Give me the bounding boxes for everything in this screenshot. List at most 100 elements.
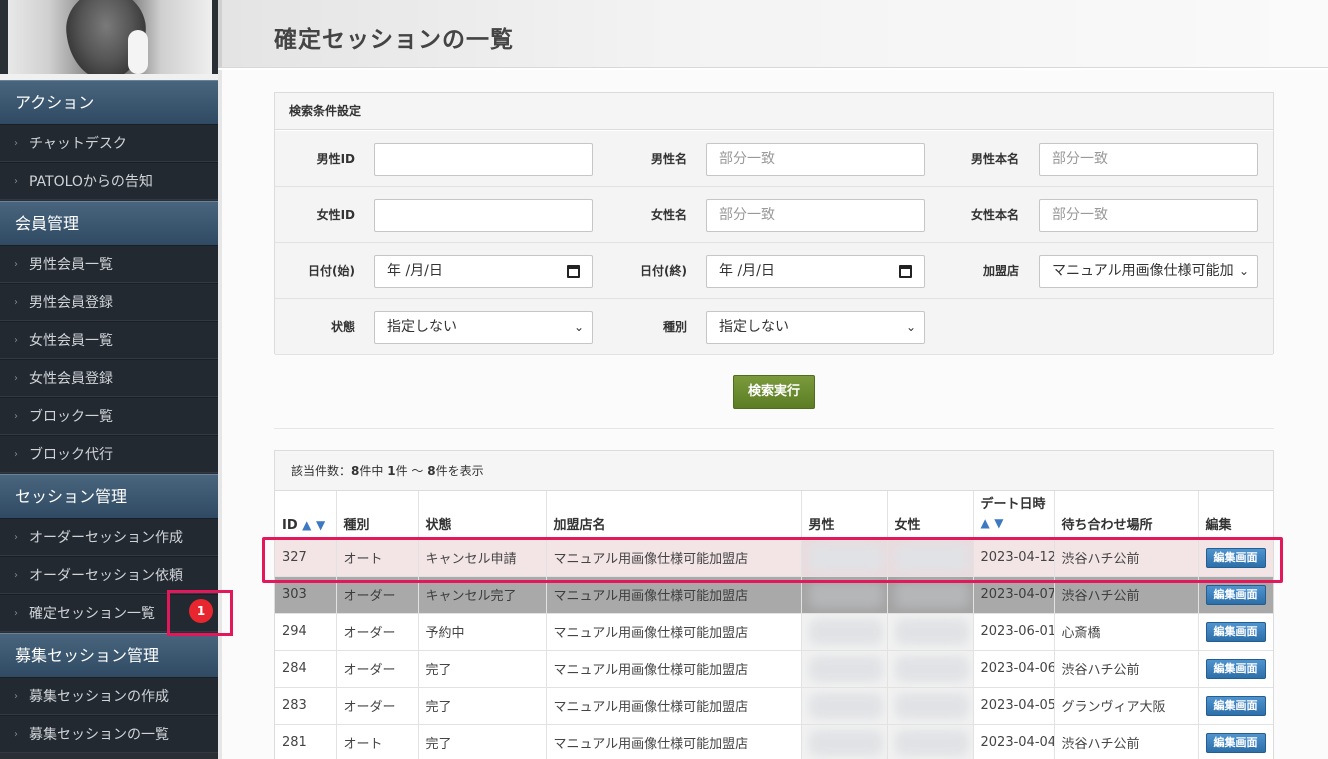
search-row-date: 日付(始) 年 /月/日 日付(終) 年 /月/日 加盟店 マニュアル用画像仕様… <box>275 243 1273 299</box>
cell-kind: オート <box>336 724 419 759</box>
sidebar-item-recruit-create[interactable]: › 募集セッションの作成 <box>0 677 218 715</box>
summary-to: 8 <box>427 464 436 478</box>
sort-asc-icon[interactable]: ▲ <box>981 516 990 530</box>
row-highlight-annotation <box>262 537 1283 583</box>
photo-highlight <box>128 30 148 74</box>
section-divider <box>274 428 1274 429</box>
female-name-input[interactable]: 部分一致 <box>706 199 925 232</box>
sidebar-item-female-register[interactable]: › 女性会員登録 <box>0 359 218 397</box>
col-id[interactable]: ID ▲ ▼ <box>275 491 337 540</box>
edit-button[interactable]: 編集画面 <box>1205 732 1266 753</box>
main-content: 検索条件設定 男性ID 男性名 部分一致 男性本名 部分一致 女性ID 女性名 … <box>218 70 1328 759</box>
sidebar-item-chat-desk[interactable]: › チャットデスク <box>0 124 218 162</box>
edit-button[interactable]: 編集画面 <box>1205 584 1266 605</box>
edit-button[interactable]: 編集画面 <box>1205 658 1266 679</box>
cell-female-blurred <box>887 613 974 651</box>
male-real-name-input[interactable]: 部分一致 <box>1039 143 1258 176</box>
date-start-input[interactable]: 年 /月/日 <box>374 255 593 288</box>
female-real-name-input[interactable]: 部分一致 <box>1039 199 1258 232</box>
cell-id: 283 <box>275 687 337 725</box>
col-date-label: デート日時 <box>980 496 1046 512</box>
bullet-icon: › <box>14 532 18 543</box>
sidebar-section-action[interactable]: アクション <box>0 80 218 124</box>
date-end-label: 日付(終) <box>640 264 687 278</box>
edit-button[interactable]: 編集画面 <box>1205 695 1266 716</box>
sidebar-item-male-register[interactable]: › 男性会員登録 <box>0 283 218 321</box>
sidebar-item-label: ブロック一覧 <box>29 409 113 425</box>
cell-status: 完了 <box>418 650 547 688</box>
cell-male-blurred <box>801 650 888 688</box>
male-name-input[interactable]: 部分一致 <box>706 143 925 176</box>
sidebar-section-sessions[interactable]: セッション管理 <box>0 474 218 518</box>
calendar-icon[interactable] <box>899 265 912 278</box>
blurred-name <box>894 655 969 682</box>
search-panel-heading: 検索条件設定 <box>275 93 1273 130</box>
col-store: 加盟店名 <box>546 491 802 540</box>
summary-prefix: 該当件数： <box>291 464 352 478</box>
edit-button[interactable]: 編集画面 <box>1205 621 1266 642</box>
kind-select[interactable]: 指定しない ⌄ <box>706 311 925 344</box>
sidebar-section-recruit-sessions[interactable]: 募集セッション管理 <box>0 633 218 677</box>
sort-desc-icon[interactable]: ▼ <box>994 516 1003 530</box>
sidebar-item-order-session-request[interactable]: › オーダーセッション依頼 <box>0 556 218 594</box>
calendar-icon[interactable] <box>567 265 580 278</box>
col-edit: 編集 <box>1198 491 1273 540</box>
date-end-value: 年 /月/日 <box>719 263 775 279</box>
col-status: 状態 <box>418 491 547 540</box>
cell-store: マニュアル用画像仕様可能加盟店 <box>546 724 802 759</box>
date-start-value: 年 /月/日 <box>387 263 443 279</box>
search-row-male: 男性ID 男性名 部分一致 男性本名 部分一致 <box>275 131 1273 187</box>
date-end-input[interactable]: 年 /月/日 <box>706 255 925 288</box>
cell-status: 完了 <box>418 687 547 725</box>
sidebar-item-male-list[interactable]: › 男性会員一覧 <box>0 245 218 283</box>
sessions-table: ID ▲ ▼ 種別 状態 加盟店名 男性 女性 デート日時 ▲ ▼ 待ち合わせ場所… <box>275 491 1273 759</box>
step-number-badge: 1 <box>189 599 213 623</box>
sidebar-item-label: 募集セッションの作成 <box>29 689 169 705</box>
status-select[interactable]: 指定しない ⌄ <box>374 311 593 344</box>
male-real-name-label: 男性本名 <box>970 152 1019 166</box>
bullet-icon: › <box>14 411 18 422</box>
summary-mid2: 件 〜 <box>395 464 428 478</box>
sidebar-section-members[interactable]: 会員管理 <box>0 201 218 245</box>
cell-edit: 編集画面 <box>1198 650 1273 688</box>
col-date[interactable]: デート日時 ▲ ▼ <box>973 491 1055 540</box>
blurred-name <box>894 729 969 756</box>
female-id-input[interactable] <box>374 199 593 232</box>
sort-asc-icon[interactable]: ▲ <box>302 518 311 532</box>
cell-date: 2023-04-05 <box>973 687 1055 725</box>
store-label: 加盟店 <box>982 264 1019 278</box>
blurred-name <box>894 618 969 645</box>
store-select[interactable]: マニュアル用画像仕様可能加 ⌄ <box>1039 255 1258 288</box>
cell-kind: オーダー <box>336 650 419 688</box>
sidebar-item-patolo-notice[interactable]: › PATOLOからの告知 <box>0 162 218 200</box>
search-row-female: 女性ID 女性名 部分一致 女性本名 部分一致 <box>275 187 1273 243</box>
sidebar-item-block-proxy[interactable]: › ブロック代行 <box>0 435 218 473</box>
sidebar-item-female-list[interactable]: › 女性会員一覧 <box>0 321 218 359</box>
cell-date: 2023-04-06 <box>973 650 1055 688</box>
search-submit-button[interactable]: 検索実行 <box>733 375 815 409</box>
cell-male-blurred <box>801 613 888 651</box>
chevron-down-icon: ⌄ <box>905 320 916 334</box>
male-id-input[interactable] <box>374 143 593 176</box>
sidebar-item-block-list[interactable]: › ブロック一覧 <box>0 397 218 435</box>
sidebar-item-recruit-list[interactable]: › 募集セッションの一覧 <box>0 715 218 753</box>
sidebar-item-label: オーダーセッション作成 <box>29 530 183 546</box>
cell-store: マニュアル用画像仕様可能加盟店 <box>546 650 802 688</box>
sidebar-item-label: 募集セッションの一覧 <box>29 727 169 743</box>
main-area: 確定セッションの一覧 検索条件設定 男性ID 男性名 部分一致 男性本名 部分一… <box>218 0 1328 759</box>
bullet-icon: › <box>14 691 18 702</box>
col-id-label: ID <box>282 517 298 533</box>
cell-edit: 編集画面 <box>1198 687 1273 725</box>
sidebar-item-order-session-create[interactable]: › オーダーセッション作成 <box>0 518 218 556</box>
cell-place: 心斎橋 <box>1054 613 1199 651</box>
table-row: 283 オーダー 完了 マニュアル用画像仕様可能加盟店 2023-04-05 グ… <box>275 687 1273 725</box>
male-name-label: 男性名 <box>650 152 687 166</box>
bullet-icon: › <box>14 297 18 308</box>
sort-desc-icon[interactable]: ▼ <box>316 518 325 532</box>
sidebar-item-label: ブロック代行 <box>29 447 113 463</box>
cell-id: 281 <box>275 724 337 759</box>
table-row: 281 オート 完了 マニュアル用画像仕様可能加盟店 2023-04-04 渋谷… <box>275 724 1273 759</box>
blurred-name <box>894 581 969 608</box>
store-select-value: マニュアル用画像仕様可能加 <box>1052 263 1234 279</box>
blurred-name <box>808 618 883 645</box>
